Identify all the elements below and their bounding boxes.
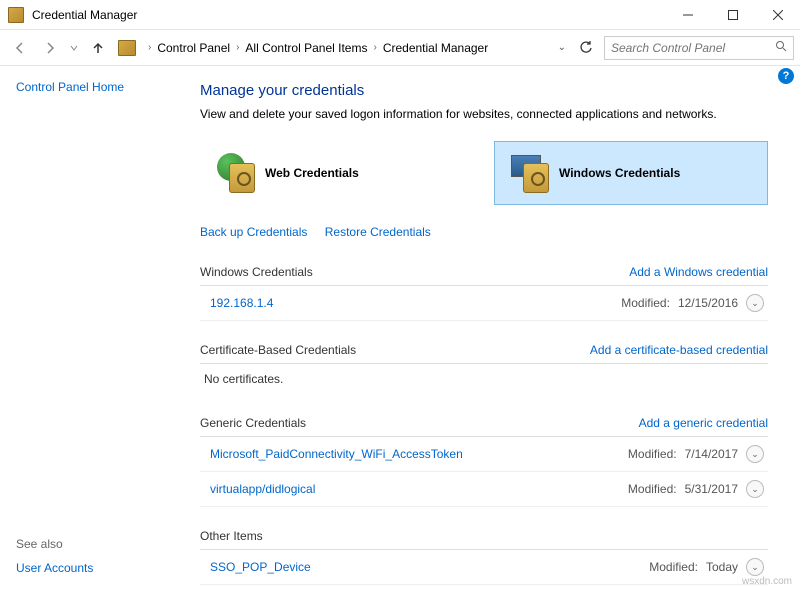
credential-name: virtualapp/didlogical bbox=[210, 482, 315, 496]
refresh-button[interactable] bbox=[574, 36, 598, 60]
user-accounts-link[interactable]: User Accounts bbox=[16, 561, 93, 575]
tab-windows-credentials[interactable]: Windows Credentials bbox=[494, 141, 768, 205]
credential-name: 192.168.1.4 bbox=[210, 296, 273, 310]
window-title: Credential Manager bbox=[32, 8, 665, 22]
tab-label: Web Credentials bbox=[265, 166, 359, 180]
minimize-button[interactable] bbox=[665, 0, 710, 30]
titlebar: Credential Manager bbox=[0, 0, 800, 30]
forward-button[interactable] bbox=[36, 34, 64, 62]
sidebar: Control Panel Home See also User Account… bbox=[0, 66, 200, 591]
watermark: wsxdn.com bbox=[742, 576, 792, 587]
modified-date: 7/14/2017 bbox=[685, 447, 738, 461]
credential-row[interactable]: 192.168.1.4 Modified: 12/15/2016 ⌄ bbox=[200, 286, 768, 321]
tab-web-credentials[interactable]: Web Credentials bbox=[200, 141, 474, 205]
chevron-right-icon: › bbox=[369, 42, 380, 53]
recent-dropdown[interactable] bbox=[66, 34, 82, 62]
breadcrumb-item[interactable]: All Control Panel Items bbox=[243, 39, 369, 57]
section-title: Windows Credentials bbox=[200, 265, 313, 279]
toolbar: › Control Panel › All Control Panel Item… bbox=[0, 30, 800, 66]
search-input[interactable] bbox=[611, 41, 775, 55]
credential-name: SSO_POP_Device bbox=[210, 560, 311, 574]
control-panel-home-link[interactable]: Control Panel Home bbox=[16, 80, 184, 94]
chevron-down-icon[interactable]: ⌄ bbox=[746, 294, 764, 312]
modified-label: Modified: bbox=[628, 482, 677, 496]
credential-row[interactable]: Microsoft_PaidConnectivity_WiFi_AccessTo… bbox=[200, 437, 768, 472]
credential-name: Microsoft_PaidConnectivity_WiFi_AccessTo… bbox=[210, 447, 463, 461]
close-button[interactable] bbox=[755, 0, 800, 30]
maximize-button[interactable] bbox=[710, 0, 755, 30]
modified-label: Modified: bbox=[649, 560, 698, 574]
breadcrumb-item[interactable]: Credential Manager bbox=[381, 39, 490, 57]
restore-credentials-link[interactable]: Restore Credentials bbox=[325, 225, 431, 239]
search-icon bbox=[775, 40, 787, 55]
breadcrumb[interactable]: › Control Panel › All Control Panel Item… bbox=[142, 36, 572, 60]
content: ? Control Panel Home See also User Accou… bbox=[0, 66, 800, 591]
modified-date: 12/15/2016 bbox=[678, 296, 738, 310]
page-title: Manage your credentials bbox=[200, 82, 768, 99]
credential-actions: Back up Credentials Restore Credentials bbox=[200, 225, 768, 239]
modified-date: 5/31/2017 bbox=[685, 482, 738, 496]
chevron-right-icon: › bbox=[232, 42, 243, 53]
app-icon bbox=[8, 7, 24, 23]
section-certificate-credentials: Certificate-Based Credentials Add a cert… bbox=[200, 337, 768, 364]
help-icon[interactable]: ? bbox=[778, 68, 794, 84]
see-also-label: See also bbox=[16, 537, 93, 551]
up-button[interactable] bbox=[84, 34, 112, 62]
section-generic-credentials: Generic Credentials Add a generic creden… bbox=[200, 410, 768, 437]
add-windows-credential-link[interactable]: Add a Windows credential bbox=[629, 265, 768, 279]
main: Manage your credentials View and delete … bbox=[200, 66, 800, 591]
tab-label: Windows Credentials bbox=[559, 166, 680, 180]
chevron-down-icon[interactable]: ⌄ bbox=[746, 480, 764, 498]
section-windows-credentials: Windows Credentials Add a Windows creden… bbox=[200, 259, 768, 286]
window-controls bbox=[665, 0, 800, 30]
globe-vault-icon bbox=[215, 153, 255, 193]
add-certificate-credential-link[interactable]: Add a certificate-based credential bbox=[590, 343, 768, 357]
credential-row[interactable]: virtualapp/didlogical Modified: 5/31/201… bbox=[200, 472, 768, 507]
chevron-down-icon[interactable]: ⌄ bbox=[558, 42, 566, 53]
no-certificates-label: No certificates. bbox=[200, 364, 768, 394]
section-other-items: Other Items bbox=[200, 523, 768, 550]
monitor-vault-icon bbox=[509, 153, 549, 193]
chevron-right-icon: › bbox=[144, 42, 155, 53]
credential-tabs: Web Credentials Windows Credentials bbox=[200, 141, 768, 205]
search-box[interactable] bbox=[604, 36, 794, 60]
breadcrumb-item[interactable]: Control Panel bbox=[155, 39, 232, 57]
section-title: Generic Credentials bbox=[200, 416, 306, 430]
credential-row[interactable]: SSO_POP_Device Modified: Today ⌄ bbox=[200, 550, 768, 585]
modified-date: Today bbox=[706, 560, 738, 574]
modified-label: Modified: bbox=[621, 296, 670, 310]
add-generic-credential-link[interactable]: Add a generic credential bbox=[639, 416, 768, 430]
back-button[interactable] bbox=[6, 34, 34, 62]
chevron-down-icon[interactable]: ⌄ bbox=[746, 558, 764, 576]
backup-credentials-link[interactable]: Back up Credentials bbox=[200, 225, 307, 239]
section-title: Other Items bbox=[200, 529, 263, 543]
modified-label: Modified: bbox=[628, 447, 677, 461]
section-title: Certificate-Based Credentials bbox=[200, 343, 356, 357]
chevron-down-icon[interactable]: ⌄ bbox=[746, 445, 764, 463]
address-icon bbox=[118, 40, 136, 56]
page-description: View and delete your saved logon informa… bbox=[200, 107, 768, 121]
